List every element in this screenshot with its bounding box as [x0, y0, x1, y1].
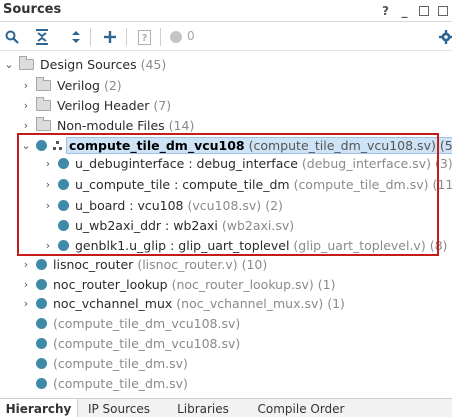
tree-item-count: (7) — [153, 97, 172, 113]
tree-item-count: (10) — [241, 256, 268, 272]
tree-item-file: (compute_tile_dm_vcu108.sv) — [53, 335, 241, 351]
status-count: 0 — [187, 29, 195, 43]
tree-item-file: (compute_tile_dm.sv) — [53, 375, 188, 391]
module-name: noc_router_lookup — [53, 276, 168, 292]
collapse-all-icon — [36, 29, 48, 45]
float-icon — [437, 6, 448, 16]
tree-item-count: (14) — [168, 117, 195, 133]
tree-item-design-sources[interactable]: ⌄ Design Sources (45) — [3, 54, 166, 74]
module-icon — [36, 377, 47, 389]
tree-item-file: (compute_tile_dm_vcu108.sv) — [53, 315, 241, 331]
tab-libraries[interactable]: Libraries — [160, 399, 246, 417]
toolbar: ? 0 — [0, 23, 452, 51]
tree-item-count: (2) — [103, 77, 122, 93]
chevron-right-icon[interactable]: › — [20, 297, 32, 310]
tree-item-file-entry[interactable]: (compute_tile_dm.sv) — [32, 353, 188, 373]
toolbar-separator — [90, 28, 91, 46]
minimize-button[interactable]: _ — [395, 3, 414, 19]
search-icon — [5, 30, 19, 44]
tree-item-label: Verilog — [57, 77, 100, 93]
module-icon — [36, 278, 47, 290]
tree-item-file-entry[interactable]: (compute_tile_dm_vcu108.sv) — [32, 333, 240, 353]
module-icon — [36, 258, 47, 270]
tree-item-file: (compute_tile_dm.sv) — [53, 355, 188, 371]
toolbar-separator — [126, 28, 127, 46]
tree-item-verilog[interactable]: › Verilog (2) — [20, 75, 122, 95]
expand-all-icon — [72, 31, 80, 43]
tree-item-count: (1) — [317, 276, 336, 292]
float-button[interactable] — [433, 3, 452, 19]
tree-item-file: (noc_vchannel_mux.sv) — [176, 295, 324, 311]
module-icon — [36, 337, 47, 349]
panel-title: Sources — [3, 2, 62, 17]
folder-icon — [36, 76, 51, 91]
module-icon — [36, 357, 47, 369]
panel-title-bar: Sources ? _ — [0, 0, 452, 22]
status-dot-icon — [170, 31, 182, 43]
tree-item-label: Non-module Files — [57, 117, 165, 133]
chevron-right-icon[interactable]: › — [20, 119, 32, 132]
window-controls: ? _ — [376, 3, 452, 19]
tree-item-file: (noc_router_lookup.sv) — [171, 276, 314, 292]
tree-item-file: (lisnoc_router.v) — [137, 256, 238, 272]
chevron-right-icon[interactable]: › — [20, 99, 32, 112]
tree-item-count: (1) — [327, 295, 345, 311]
tree-item-noc-vchannel-mux[interactable]: › noc_vchannel_mux (noc_vchannel_mux.sv)… — [20, 293, 345, 313]
module-name: noc_vchannel_mux — [53, 295, 173, 311]
tab-ip-sources[interactable]: IP Sources — [78, 399, 160, 417]
tab-hierarchy[interactable]: Hierarchy — [0, 399, 78, 417]
folder-icon — [36, 116, 51, 131]
bottom-tab-bar: Hierarchy IP Sources Libraries Compile O… — [0, 398, 452, 417]
folder-icon — [36, 96, 51, 111]
add-icon — [104, 31, 116, 43]
module-icon — [36, 317, 47, 329]
chevron-right-icon[interactable]: › — [20, 278, 32, 291]
chevron-right-icon[interactable]: › — [20, 79, 32, 92]
search-button[interactable] — [2, 28, 22, 46]
module-icon — [36, 297, 47, 309]
tree-item-file-entry[interactable]: (compute_tile_dm.sv) — [32, 373, 188, 393]
add-sources-button[interactable] — [100, 28, 120, 46]
settings-button[interactable] — [436, 28, 452, 46]
tree-item-noc-router-lookup[interactable]: › noc_router_lookup (noc_router_lookup.s… — [20, 274, 336, 294]
highlight-annotation-box — [17, 133, 439, 256]
tree-item-label: Design Sources — [40, 56, 137, 72]
tree-item-count: (45) — [140, 56, 167, 72]
help-button[interactable]: ? — [376, 3, 395, 19]
tab-compile-order[interactable]: Compile Order — [246, 399, 356, 417]
help-doc-button[interactable]: ? — [134, 28, 154, 46]
tree-item-lisnoc-router[interactable]: › lisnoc_router (lisnoc_router.v) (10) — [20, 254, 267, 274]
tree-item-file-entry[interactable]: (compute_tile_dm_vcu108.sv) — [32, 313, 240, 333]
tree-item-non-module-files[interactable]: › Non-module Files (14) — [20, 115, 194, 135]
tree-item-count: (5) — [439, 137, 452, 153]
module-name: lisnoc_router — [53, 256, 134, 272]
svg-text:?: ? — [141, 33, 147, 44]
maximize-icon — [418, 6, 429, 16]
collapse-all-button[interactable] — [32, 28, 52, 46]
toolbar-separator — [160, 28, 161, 46]
status-button[interactable] — [166, 28, 186, 46]
folder-icon — [19, 55, 34, 70]
expand-all-button[interactable] — [66, 28, 86, 46]
settings-icon — [439, 30, 452, 44]
help-icon: ? — [137, 29, 151, 45]
maximize-button[interactable] — [414, 3, 433, 19]
chevron-right-icon[interactable]: › — [20, 258, 32, 271]
chevron-down-icon[interactable]: ⌄ — [3, 58, 15, 71]
tree-item-verilog-header[interactable]: › Verilog Header (7) — [20, 95, 171, 115]
tree-item-label: Verilog Header — [57, 97, 150, 113]
